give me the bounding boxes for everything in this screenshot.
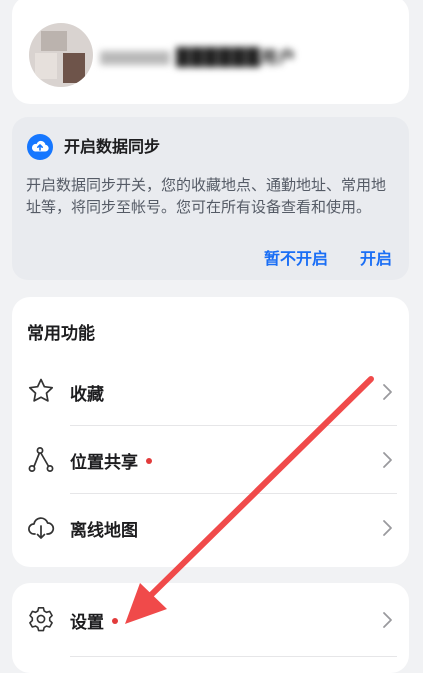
menu-item-offline-maps[interactable]: 离线地图 <box>12 495 409 562</box>
menu-item-location-sharing[interactable]: 位置共享 <box>12 427 409 494</box>
notification-badge <box>112 618 118 624</box>
menu-item-label: 收藏 <box>70 385 104 405</box>
menu-item-label: 位置共享 <box>70 448 152 473</box>
menu-item-settings[interactable]: 设置 <box>12 587 409 657</box>
skip-sync-button[interactable]: 暂不开启 <box>264 245 328 269</box>
chevron-right-icon <box>381 610 395 630</box>
cloud-upload-icon <box>27 134 53 160</box>
settings-card: 设置 <box>12 583 409 673</box>
cloud-download-icon <box>26 512 56 542</box>
menu-item-label: 离线地图 <box>70 521 138 541</box>
menu-item-label: 设置 <box>70 608 118 633</box>
chevron-right-icon <box>381 450 395 470</box>
chevron-right-icon <box>381 382 395 402</box>
profile-card[interactable]: ██████用户 <box>12 0 409 104</box>
divider <box>70 493 397 494</box>
avatar[interactable] <box>29 23 93 87</box>
sync-title: 开启数据同步 <box>64 137 161 156</box>
gear-icon <box>26 604 56 634</box>
username: ██████用户 <box>100 43 296 68</box>
menu-item-favorites[interactable]: 收藏 <box>12 359 409 426</box>
divider <box>70 425 397 426</box>
section-title: 常用功能 <box>27 324 95 344</box>
star-icon <box>26 376 56 406</box>
chevron-right-icon <box>381 518 395 538</box>
enable-sync-button[interactable]: 开启 <box>360 245 392 269</box>
common-features-card: 常用功能 收藏 位置共享 离线地图 <box>12 297 409 567</box>
share-location-icon <box>26 444 56 474</box>
sync-prompt-card: 开启数据同步 开启数据同步开关，您的收藏地点、通勤地址、常用地址等，将同步至帐号… <box>12 117 409 280</box>
sync-description: 开启数据同步开关，您的收藏地点、通勤地址、常用地址等，将同步至帐号。您可在所有设… <box>26 176 387 216</box>
notification-badge <box>146 458 152 464</box>
